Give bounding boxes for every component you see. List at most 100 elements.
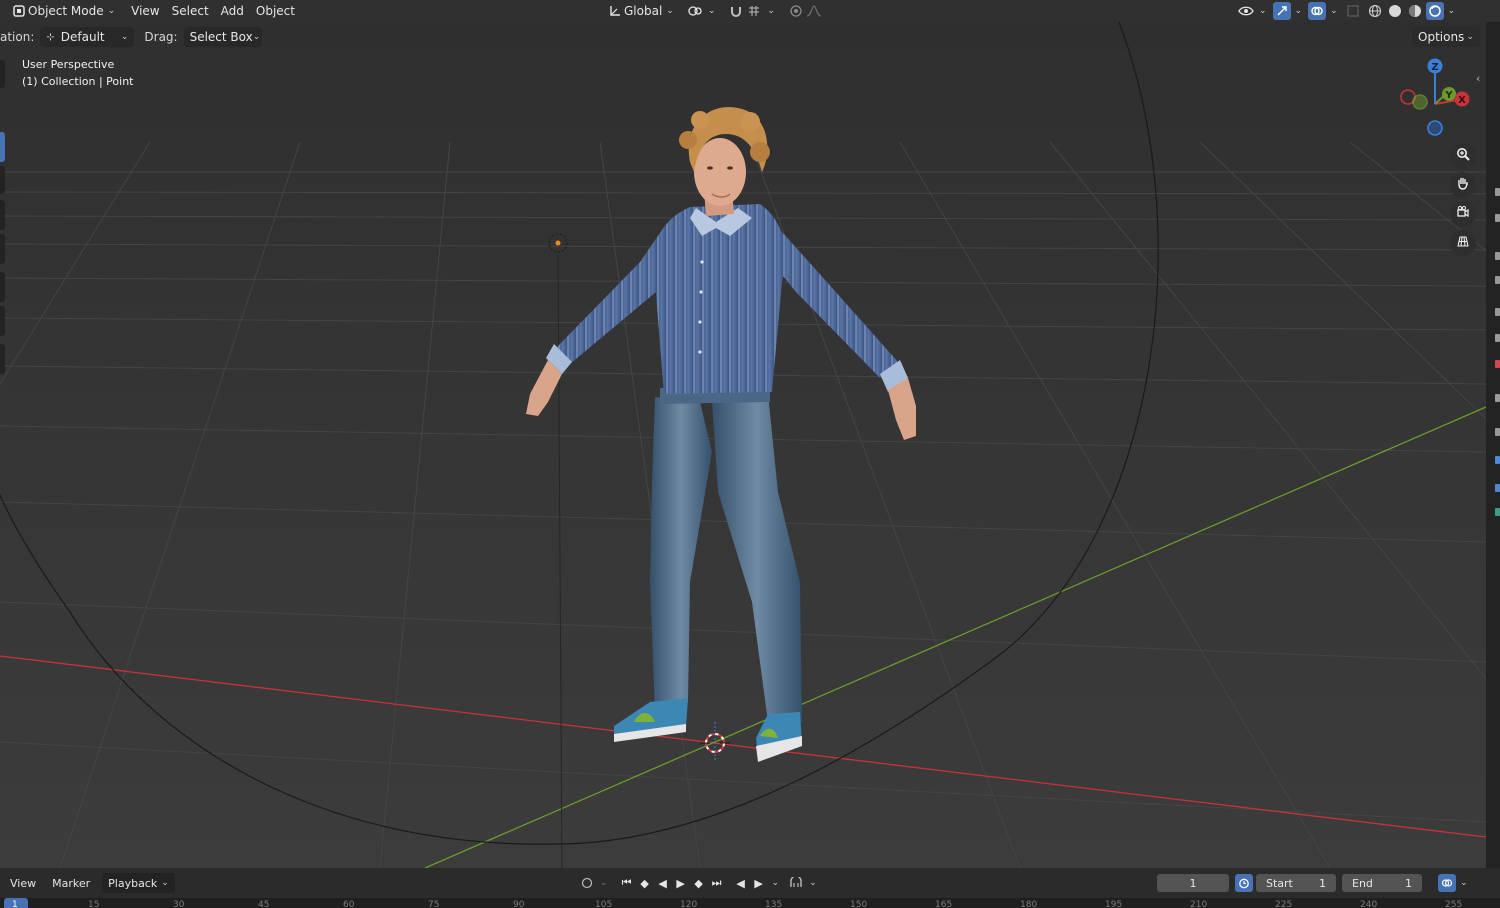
tab-icon[interactable] bbox=[1495, 188, 1500, 196]
chevron-down-icon[interactable]: ⌄ bbox=[772, 878, 780, 888]
pan-button[interactable] bbox=[1450, 172, 1476, 198]
viewport-scene[interactable]: Z Y X bbox=[0, 22, 1486, 868]
timeline-view-dropdown[interactable]: ⌄ bbox=[1438, 874, 1468, 892]
drag-dropdown[interactable]: Select Box ⌄ bbox=[183, 27, 262, 47]
preview-range-icon[interactable] bbox=[1235, 874, 1253, 892]
end-value: 1 bbox=[1405, 876, 1412, 890]
prev-keyframe-icon[interactable]: ◆ bbox=[636, 874, 654, 892]
tab-icon[interactable] bbox=[1495, 456, 1500, 464]
ruler-tick: 60 bbox=[343, 900, 355, 908]
zoom-button[interactable] bbox=[1450, 143, 1476, 169]
prev-frame-icon[interactable]: ◀ bbox=[732, 874, 750, 892]
chevron-down-icon[interactable]: ⌄ bbox=[600, 878, 608, 888]
tab-icon[interactable] bbox=[1495, 360, 1500, 368]
ortho-toggle-button[interactable] bbox=[1450, 230, 1476, 256]
xray-toggle[interactable] bbox=[1341, 1, 1365, 21]
gizmo-toggle[interactable]: ⌄ bbox=[1270, 1, 1306, 21]
ruler-tick: 120 bbox=[680, 900, 698, 908]
timeline-menu-playback[interactable]: Playback ⌄ bbox=[102, 873, 175, 893]
ruler-tick: 45 bbox=[258, 900, 270, 908]
gizmo-x-label: X bbox=[1458, 95, 1466, 106]
chevron-down-icon: ⌄ bbox=[161, 878, 169, 888]
toolbar-select-tool[interactable] bbox=[0, 60, 5, 88]
tab-icon[interactable] bbox=[1495, 334, 1500, 342]
properties-strip bbox=[1486, 22, 1500, 868]
tab-icon[interactable] bbox=[1495, 394, 1500, 402]
menu-select[interactable]: Select bbox=[166, 1, 215, 21]
jump-start-icon[interactable]: ⏮ bbox=[618, 874, 636, 892]
overlay-icon bbox=[1308, 2, 1327, 20]
shading-wireframe[interactable] bbox=[1365, 1, 1385, 21]
tab-icon[interactable] bbox=[1495, 308, 1500, 316]
chevron-down-icon: ⌄ bbox=[1466, 32, 1474, 42]
menu-add[interactable]: Add bbox=[215, 1, 250, 21]
gizmo-neg-z[interactable] bbox=[1427, 120, 1443, 136]
toolbar-tool[interactable] bbox=[0, 234, 5, 264]
ruler-tick: 240 bbox=[1360, 900, 1378, 908]
playback-label: Playback bbox=[108, 876, 158, 890]
auto-keying-icon[interactable] bbox=[578, 874, 596, 892]
proportional-edit-icon bbox=[787, 2, 805, 20]
eye-icon bbox=[1237, 2, 1255, 20]
shading-material[interactable] bbox=[1405, 1, 1425, 21]
camera-icon bbox=[1456, 205, 1470, 223]
chevron-down-icon: ⌄ bbox=[1460, 878, 1468, 888]
overlay-toggle[interactable]: ⌄ bbox=[1305, 1, 1341, 21]
toolbar-active-tool[interactable] bbox=[0, 132, 5, 162]
toolbar-tool[interactable] bbox=[0, 306, 5, 336]
tab-icon[interactable] bbox=[1495, 252, 1500, 260]
timeline-menu-marker[interactable]: Marker bbox=[46, 873, 96, 893]
tab-icon[interactable] bbox=[1495, 214, 1500, 222]
ruler-tick: 210 bbox=[1190, 900, 1208, 908]
chevron-down-icon: ⌄ bbox=[252, 32, 261, 42]
jump-end-icon[interactable]: ⏭ bbox=[708, 874, 726, 892]
play-icon[interactable]: ▶ bbox=[672, 874, 690, 892]
snap-toggle[interactable]: ⌄ bbox=[721, 1, 781, 21]
toolbar-tool[interactable] bbox=[0, 200, 5, 230]
gizmo-neg-y[interactable] bbox=[1412, 94, 1428, 110]
sync-icon[interactable] bbox=[787, 874, 805, 892]
axis-icon bbox=[606, 2, 624, 20]
tool-settings-bar: ation: ⊹ Default ⌄ Drag: Select Box ⌄ Op… bbox=[0, 24, 1490, 50]
timeline-menu-view[interactable]: View bbox=[4, 873, 42, 893]
pivot-dropdown[interactable]: ⌄ bbox=[680, 1, 722, 21]
shading-rendered[interactable]: ⌄ bbox=[1425, 1, 1457, 21]
camera-view-button[interactable] bbox=[1450, 201, 1476, 227]
chevron-down-icon[interactable]: ⌄ bbox=[809, 878, 817, 888]
chevron-down-icon: ⌄ bbox=[1294, 6, 1303, 16]
visibility-dropdown[interactable]: ⌄ bbox=[1234, 1, 1270, 21]
toolbar-tool[interactable] bbox=[0, 166, 5, 194]
start-frame-field[interactable]: Start 1 bbox=[1256, 874, 1336, 892]
shading-solid[interactable] bbox=[1385, 1, 1405, 21]
current-frame-field[interactable]: 1 bbox=[1157, 874, 1229, 892]
next-keyframe-icon[interactable]: ◆ bbox=[690, 874, 708, 892]
tab-icon[interactable] bbox=[1495, 484, 1500, 492]
tab-icon[interactable] bbox=[1495, 508, 1500, 516]
viewport-perspective-label: User Perspective bbox=[22, 58, 115, 71]
3d-viewport[interactable]: Z Y X User Perspective (1) Collection | … bbox=[0, 22, 1486, 868]
ruler-tick: 255 bbox=[1445, 900, 1463, 908]
ruler-tick: 135 bbox=[765, 900, 783, 908]
options-dropdown[interactable]: Options ⌄ bbox=[1412, 27, 1480, 47]
transform-orientation-dropdown[interactable]: Global ⌄ bbox=[600, 1, 680, 21]
chevron-down-icon: ⌄ bbox=[107, 6, 116, 16]
toolbar-tool[interactable] bbox=[0, 344, 5, 374]
ruler-tick: 180 bbox=[1020, 900, 1038, 908]
next-frame-icon[interactable]: ▶ bbox=[750, 874, 768, 892]
mode-dropdown[interactable]: Object Mode ⌄ bbox=[4, 1, 121, 21]
object-mode-icon bbox=[10, 2, 28, 20]
menu-object[interactable]: Object bbox=[250, 1, 301, 21]
current-frame-value: 1 bbox=[1189, 876, 1197, 890]
ruler-tick: 90 bbox=[513, 900, 525, 908]
play-reverse-icon[interactable]: ◀ bbox=[654, 874, 672, 892]
toolbar-tool[interactable] bbox=[0, 272, 5, 302]
tab-icon[interactable] bbox=[1495, 428, 1500, 436]
axis-small-icon: ⊹ bbox=[46, 31, 55, 43]
proportional-edit-toggle[interactable] bbox=[781, 1, 829, 21]
end-frame-field[interactable]: End 1 bbox=[1342, 874, 1422, 892]
menu-view[interactable]: View bbox=[125, 1, 165, 21]
sidebar-toggle-icon[interactable]: ‹ bbox=[1476, 72, 1486, 88]
timeline-ruler[interactable]: 1 15 30 45 60 75 90 105 120 135 150 165 … bbox=[0, 898, 1500, 908]
tab-icon[interactable] bbox=[1495, 276, 1500, 284]
orientation-setting-dropdown[interactable]: ⊹ Default ⌄ bbox=[40, 27, 135, 47]
